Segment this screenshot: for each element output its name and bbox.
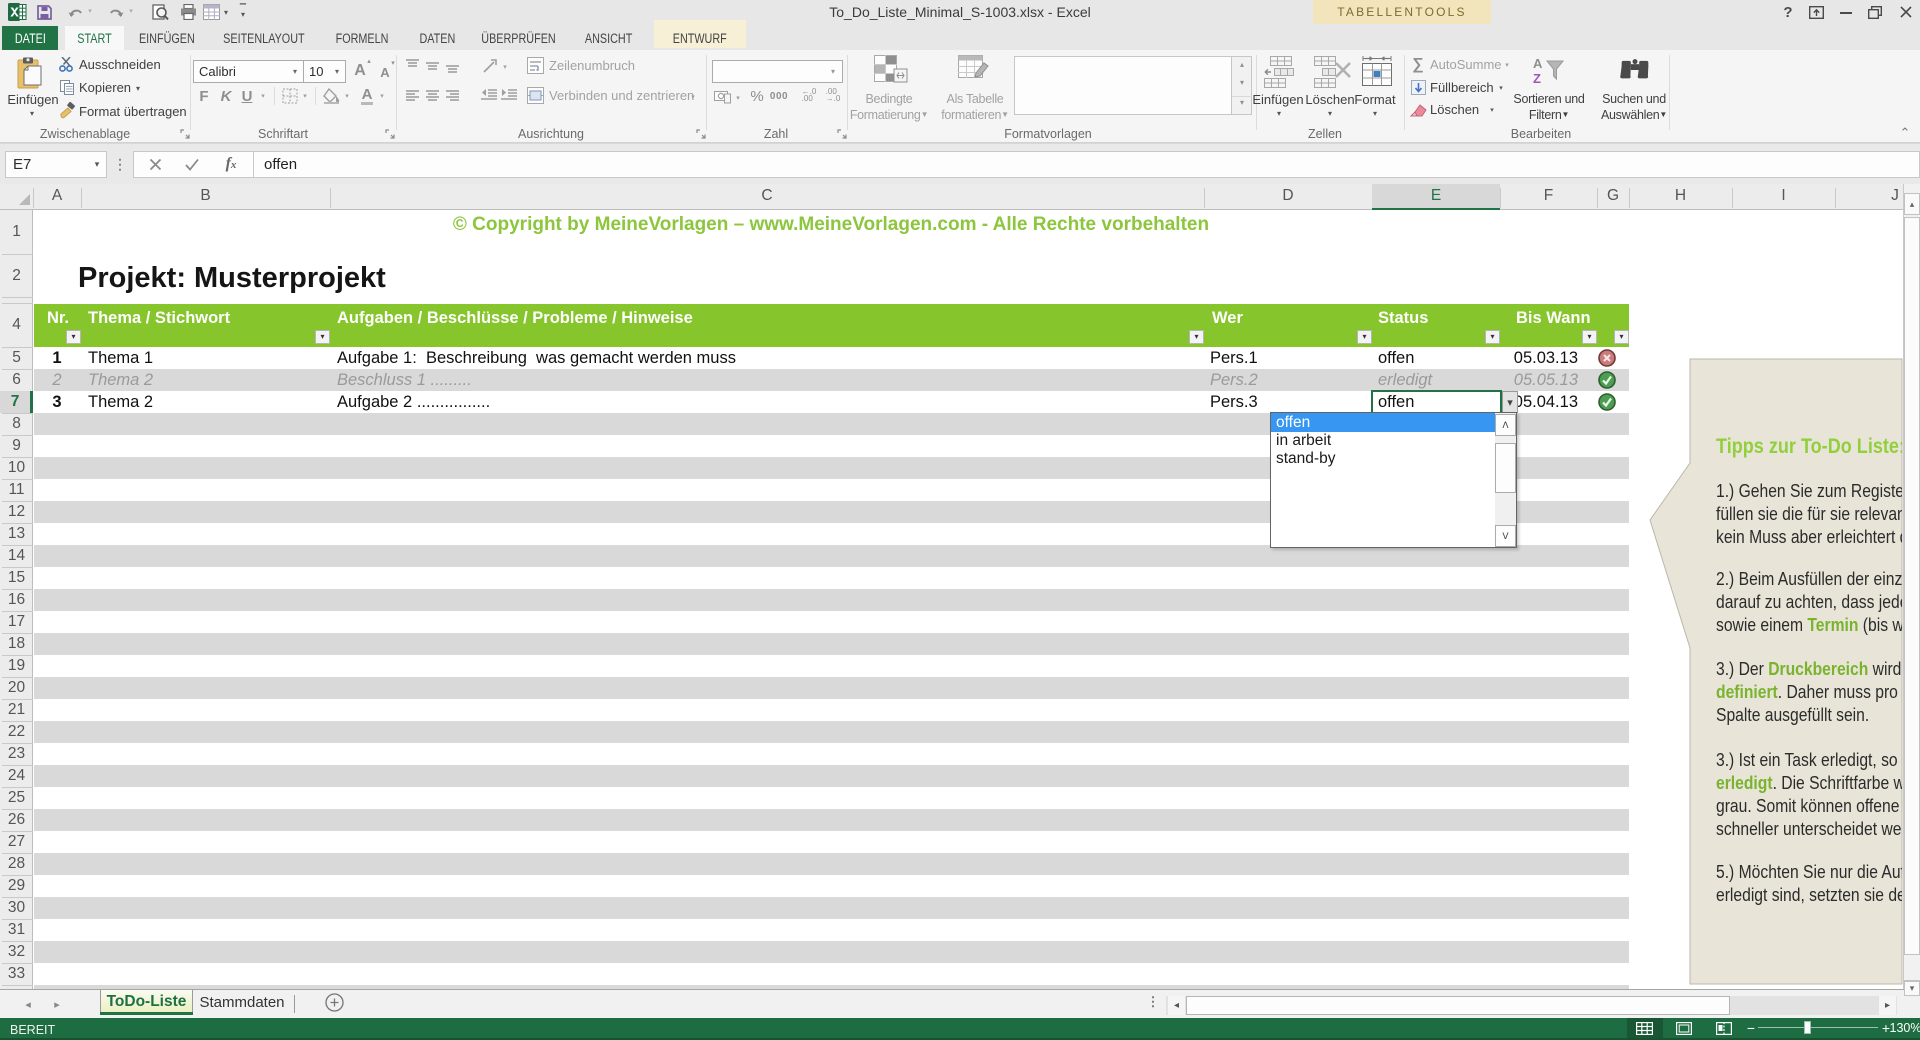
svg-text:A: A bbox=[1533, 56, 1543, 71]
svg-text:Z: Z bbox=[1533, 71, 1541, 85]
